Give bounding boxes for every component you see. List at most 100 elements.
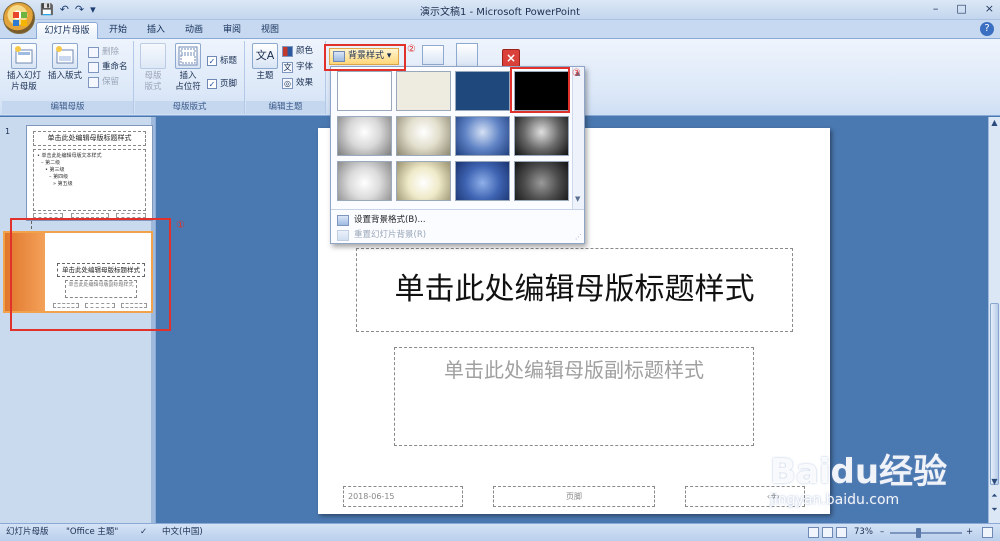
background-style-11[interactable] — [455, 161, 510, 201]
help-icon[interactable]: ? — [980, 22, 994, 36]
zoom-level[interactable]: 73% — [854, 524, 873, 541]
background-style-12[interactable] — [514, 161, 569, 201]
office-logo-icon — [13, 12, 27, 26]
background-style-5[interactable] — [337, 116, 392, 156]
annotation-number-1: ① — [176, 220, 185, 231]
vertical-scrollbar[interactable]: ▲ ▼ ⏶ ⏷ — [988, 117, 1000, 523]
scrollbar-thumb[interactable] — [990, 303, 999, 485]
menu-separator — [331, 209, 584, 210]
annotation-box-2 — [324, 44, 406, 71]
resize-grip-icon[interactable]: ⋰ — [575, 233, 582, 241]
title-checkbox[interactable]: ✓ 标题 — [207, 54, 237, 68]
annotation-number-3: ③ — [572, 68, 581, 79]
next-slide-icon[interactable]: ⏷ — [989, 505, 1000, 515]
zoom-in-icon[interactable]: + — [966, 524, 973, 541]
pin-icon — [88, 76, 99, 88]
themes-icon: 文A — [252, 43, 278, 69]
preserve-button[interactable]: 保留 — [88, 75, 119, 89]
annotation-box-3 — [510, 67, 570, 113]
group-label-edit-master: 编辑母版 — [2, 101, 133, 114]
page-setup-icon[interactable] — [422, 45, 444, 65]
master-layout-button[interactable]: 母版 版式 — [137, 43, 169, 93]
delete-icon — [88, 46, 99, 58]
previous-slide-icon[interactable]: ⏶ — [989, 491, 1000, 501]
office-button[interactable] — [3, 2, 35, 34]
group-master-layout: 母版 版式 插入 占位符 ✓ 标题 ✓ 页脚 母版版式 — [135, 41, 245, 114]
background-style-2[interactable] — [396, 71, 451, 111]
background-style-1[interactable] — [337, 71, 392, 111]
window-controls: – □ × — [933, 2, 994, 16]
insert-layout-icon — [52, 43, 78, 69]
status-bar: 幻灯片母版 "Office 主题" ✓ 中文(中国) 73% – + — [0, 523, 1000, 541]
insert-slide-master-button[interactable]: 插入幻灯 片母版 — [4, 43, 44, 93]
minimize-icon[interactable]: – — [933, 2, 939, 16]
fonts-button[interactable]: 文字体 — [282, 60, 313, 74]
status-theme-name: "Office 主题" — [66, 527, 119, 537]
title-bar: 💾 ↶ ↷ ▾ 演示文稿1 - Microsoft PowerPoint – □… — [0, 0, 1000, 20]
group-label-master-layout: 母版版式 — [135, 101, 244, 114]
effects-button[interactable]: ◎ 效果 — [282, 76, 313, 90]
checkmark-icon: ✓ — [207, 79, 217, 89]
master-layout-icon — [140, 43, 166, 69]
rename-icon — [88, 61, 99, 73]
background-style-3[interactable] — [455, 71, 510, 111]
tab-slide-master[interactable]: 幻灯片母版 — [36, 22, 98, 39]
annotation-box-1 — [10, 218, 171, 331]
close-icon[interactable]: × — [985, 2, 994, 16]
zoom-out-icon[interactable]: – — [880, 524, 884, 541]
group-edit-theme: 文A 主题 颜色 文字体 ◎ 效果 编辑主题 — [246, 41, 326, 114]
group-label-edit-theme: 编辑主题 — [246, 101, 325, 114]
slide-master-thumbnail[interactable]: 单击此处编辑母版标题样式 • 单击此处编辑母版文本样式 – 第二级 • 第三级 … — [26, 125, 153, 221]
background-style-10[interactable] — [396, 161, 451, 201]
status-language[interactable]: 中文(中国) — [162, 524, 203, 541]
rename-button[interactable]: 重命名 — [88, 60, 128, 74]
background-style-9[interactable] — [337, 161, 392, 201]
format-background-menu-item[interactable]: 设置背景格式(B)... — [337, 213, 426, 228]
effects-icon: ◎ — [282, 77, 293, 89]
zoom-slider[interactable] — [890, 532, 962, 534]
maximize-icon[interactable]: □ — [956, 2, 966, 16]
background-style-6[interactable] — [396, 116, 451, 156]
gallery-scrollbar[interactable]: ▲ ▼ — [572, 67, 584, 209]
background-style-8[interactable] — [514, 116, 569, 156]
insert-layout-button[interactable]: 插入版式 — [46, 43, 84, 82]
slide-sorter-view-icon[interactable] — [822, 527, 833, 538]
close-master-view-button[interactable]: × — [502, 49, 520, 67]
checkmark-icon: ✓ — [207, 56, 217, 66]
window-title: 演示文稿1 - Microsoft PowerPoint — [419, 7, 581, 18]
status-view-name: 幻灯片母版 — [6, 527, 49, 537]
title-placeholder[interactable]: 单击此处编辑母版标题样式 — [356, 248, 793, 332]
fit-to-window-icon[interactable] — [982, 527, 993, 538]
themes-button[interactable]: 文A 主题 — [250, 43, 280, 82]
footer-placeholder[interactable]: 页脚 — [493, 486, 655, 507]
scroll-up-icon[interactable]: ▲ — [989, 118, 1000, 127]
format-background-icon — [337, 215, 349, 226]
thumbnail-body: • 单击此处编辑母版文本样式 – 第二级 • 第三级 – 第四级 » 第五级 — [33, 149, 146, 211]
footer-checkbox[interactable]: ✓ 页脚 — [207, 77, 237, 91]
reset-background-icon — [337, 230, 349, 241]
tab-home[interactable]: 开始 — [104, 22, 132, 39]
colors-button[interactable]: 颜色 — [282, 44, 313, 58]
font-icon: 文 — [282, 61, 293, 73]
insert-placeholder-button[interactable]: 插入 占位符 — [169, 43, 207, 93]
page-number-placeholder[interactable]: ‹#› — [685, 486, 805, 507]
reset-background-menu-item[interactable]: 重置幻灯片背景(R) — [337, 228, 426, 243]
date-placeholder[interactable]: 2018-06-15 — [343, 486, 463, 507]
slide-orientation-icon[interactable] — [456, 43, 478, 67]
tab-animation[interactable]: 动画 — [180, 22, 208, 39]
tab-insert[interactable]: 插入 — [142, 22, 170, 39]
delete-button[interactable]: 删除 — [88, 45, 119, 59]
subtitle-placeholder[interactable]: 单击此处编辑母版副标题样式 — [394, 347, 754, 446]
color-palette-icon — [282, 45, 293, 57]
tab-review[interactable]: 审阅 — [218, 22, 246, 39]
background-style-7[interactable] — [455, 116, 510, 156]
insert-slide-master-icon — [11, 43, 37, 69]
scroll-down-icon[interactable]: ▼ — [989, 477, 1000, 486]
insert-placeholder-icon — [175, 43, 201, 69]
slideshow-view-icon[interactable] — [836, 527, 847, 538]
spellcheck-icon[interactable]: ✓ — [140, 524, 147, 541]
normal-view-icon[interactable] — [808, 527, 819, 538]
tab-view[interactable]: 视图 — [256, 22, 284, 39]
zoom-slider-knob[interactable] — [916, 528, 921, 538]
scroll-down-icon[interactable]: ▼ — [575, 195, 580, 203]
